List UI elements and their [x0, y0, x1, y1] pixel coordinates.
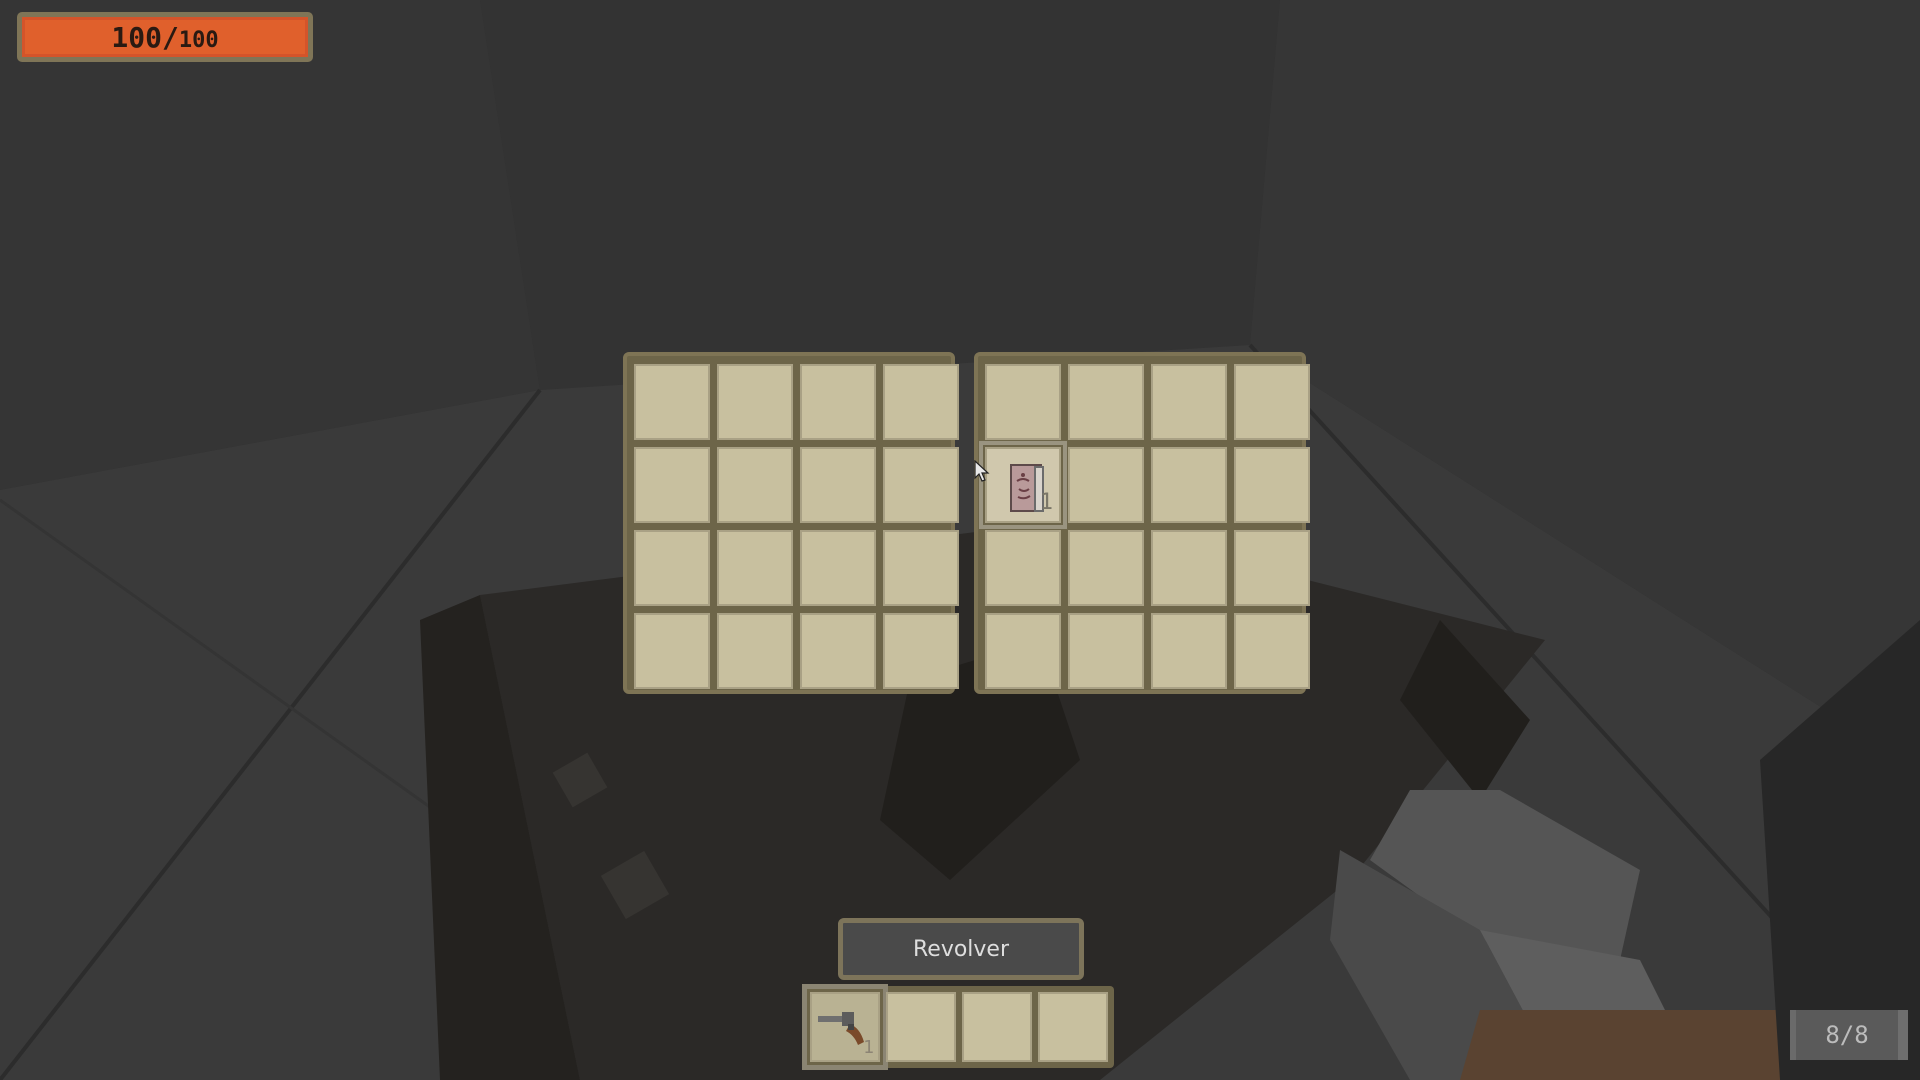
storage-slot[interactable] [634, 447, 710, 523]
storage-slot[interactable] [800, 447, 876, 523]
storage-slot[interactable] [1151, 364, 1227, 440]
health-separator: / [161, 20, 179, 54]
storage-slot[interactable] [800, 364, 876, 440]
hotbar-slot-1[interactable]: 1 [802, 984, 888, 1070]
storage-slot[interactable] [1068, 613, 1144, 689]
storage-slot[interactable] [883, 364, 959, 440]
storage-slot[interactable] [800, 530, 876, 606]
storage-slot[interactable] [634, 364, 710, 440]
selected-item-name: Revolver [838, 918, 1084, 980]
storage-slot[interactable] [883, 530, 959, 606]
hotbar-slot-2[interactable] [886, 992, 956, 1062]
health-current: 100 [111, 20, 162, 54]
storage-slot[interactable] [985, 530, 1061, 606]
ammo-counter: 8/8 [1790, 1010, 1908, 1060]
storage-slot[interactable] [717, 364, 793, 440]
health-max: 100 [178, 27, 219, 53]
storage-slot[interactable] [1151, 447, 1227, 523]
storage-slot[interactable] [1234, 530, 1310, 606]
storage-slot[interactable] [985, 613, 1061, 689]
storage-slot[interactable] [1151, 530, 1227, 606]
storage-slot[interactable]: 1 [979, 441, 1067, 529]
item-count: 1 [1039, 490, 1053, 515]
storage-slot[interactable] [1068, 447, 1144, 523]
hotbar-slot-4[interactable] [1038, 992, 1108, 1062]
storage-slot[interactable] [985, 364, 1061, 440]
storage-panel-left [623, 352, 959, 694]
health-bar: 100 / 100 [17, 12, 313, 62]
hotbar-slot-3[interactable] [962, 992, 1032, 1062]
hotbar: 1 [802, 984, 1114, 1070]
storage-slot[interactable] [800, 613, 876, 689]
item-count: 1 [863, 1037, 874, 1058]
storage-slot[interactable] [1234, 364, 1310, 440]
storage-slot[interactable] [1234, 447, 1310, 523]
storage-slot[interactable] [883, 613, 959, 689]
storage-panel-right: 1 [974, 352, 1310, 694]
storage-slot[interactable] [1068, 530, 1144, 606]
storage-slot[interactable] [883, 447, 959, 523]
storage-slot[interactable] [634, 530, 710, 606]
storage-slot[interactable] [1151, 613, 1227, 689]
storage-slot[interactable] [717, 447, 793, 523]
storage-slot[interactable] [634, 613, 710, 689]
mouse-cursor-icon [974, 460, 990, 482]
storage-slot[interactable] [1068, 364, 1144, 440]
storage-slot[interactable] [717, 530, 793, 606]
storage-slot[interactable] [1234, 613, 1310, 689]
storage-slot[interactable] [717, 613, 793, 689]
